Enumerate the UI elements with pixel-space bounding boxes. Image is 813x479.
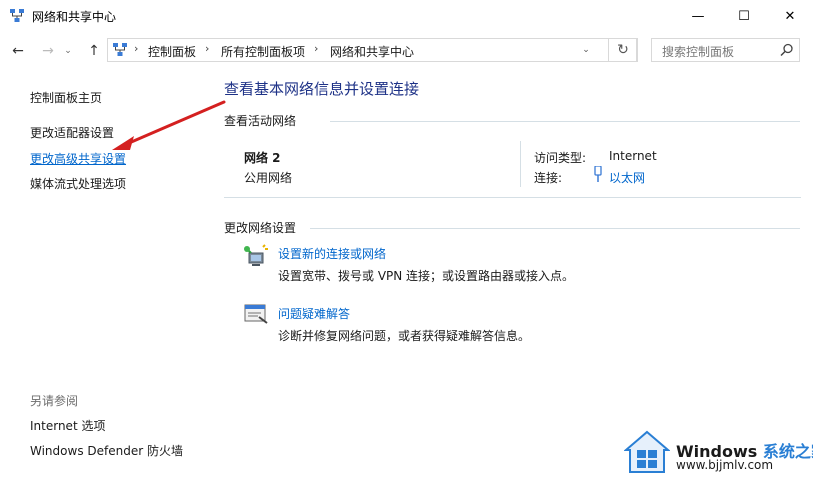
change-settings-heading: 更改网络设置 [224,221,297,235]
sidebar-home-link[interactable]: 控制面板主页 [30,89,102,106]
windows-house-logo-icon [624,430,670,473]
close-button[interactable]: ✕ [767,0,813,32]
address-bar[interactable]: › 控制面板 › 所有控制面板项 › 网络和共享中心 [107,38,637,62]
network-type: 公用网络 [244,171,293,185]
access-type-value: Internet [609,149,657,163]
connection-label: 连接: [534,171,563,185]
sidebar-item-media-streaming[interactable]: 媒体流式处理选项 [30,175,126,192]
address-dropdown-button[interactable]: ⌄ [575,38,597,62]
title-bar: 网络和共享中心 — ☐ ✕ [0,0,813,32]
back-button[interactable]: ← [8,42,28,60]
search-placeholder: 搜索控制面板 [662,45,735,59]
section-divider [310,228,800,229]
connection-link[interactable]: 以太网 [609,169,645,186]
network-center-icon [113,43,127,56]
minimize-button[interactable]: — [675,0,721,32]
network-name: 网络 2 [244,151,281,165]
search-input[interactable]: 搜索控制面板 [651,38,800,62]
breadcrumb-separator[interactable]: › [314,42,318,55]
page-title: 查看基本网络信息并设置连接 [224,80,420,98]
search-icon[interactable] [780,43,794,57]
ethernet-icon [594,166,602,182]
setup-new-connection-desc: 设置宽带、拨号或 VPN 连接；或设置路由器或接入点。 [278,269,575,283]
refresh-button[interactable]: ↻ [608,38,638,62]
watermark-url: www.bjjmlv.com [676,458,774,472]
red-arrow-annotation [112,100,226,150]
new-connection-icon [244,244,268,266]
maximize-button[interactable]: ☐ [721,0,767,32]
forward-button[interactable]: → [38,42,58,60]
setup-new-connection-link[interactable]: 设置新的连接或网络 [278,245,386,262]
watermark: Windows 系统之家 www.bjjmlv.com [622,428,813,476]
access-type-label: 访问类型: [534,151,587,165]
up-button[interactable]: ↑ [84,42,104,60]
active-networks-heading: 查看活动网络 [224,114,297,128]
breadcrumb-separator[interactable]: › [134,42,138,55]
troubleshoot-icon [244,304,268,324]
breadcrumb-separator[interactable]: › [205,42,209,55]
sidebar-item-defender-firewall[interactable]: Windows Defender 防火墙 [30,442,183,459]
section-divider [330,121,800,122]
see-also-heading: 另请参阅 [30,394,79,408]
active-network-panel: 网络 2 公用网络 访问类型: Internet 连接: 以太网 [224,133,801,198]
network-center-icon [10,9,24,22]
troubleshoot-link[interactable]: 问题疑难解答 [278,305,350,322]
sidebar-item-internet-options[interactable]: Internet 选项 [30,417,105,434]
panel-divider [520,141,521,187]
recent-locations-button[interactable]: ⌄ [62,42,74,60]
breadcrumb-control-panel[interactable]: 控制面板 [148,43,196,60]
troubleshoot-desc: 诊断并修复网络问题，或者获得疑难解答信息。 [278,329,531,343]
breadcrumb-network-center[interactable]: 网络和共享中心 [330,43,414,60]
breadcrumb-all-items[interactable]: 所有控制面板项 [221,43,305,60]
window-title: 网络和共享中心 [32,10,117,24]
